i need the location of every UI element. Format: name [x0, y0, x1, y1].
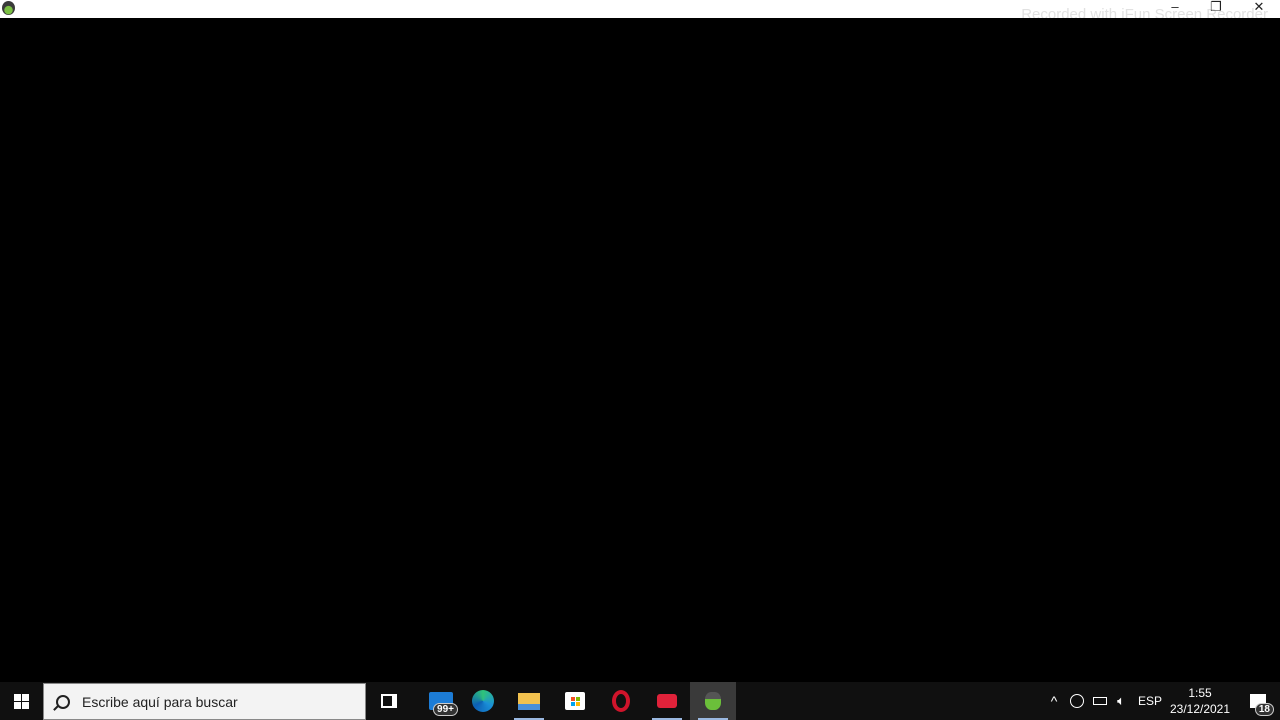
battery-icon[interactable]	[1089, 682, 1111, 720]
task-view-icon	[381, 694, 397, 708]
clock[interactable]: 1:55 23/12/2021	[1166, 685, 1234, 717]
title-bar: Recorded with iFun Screen Recorder – ❐ ✕	[0, 0, 1280, 23]
app-content-area	[0, 18, 1280, 682]
search-placeholder: Escribe aquí para buscar	[82, 693, 238, 710]
clock-time: 1:55	[1188, 686, 1212, 700]
search-box[interactable]: Escribe aquí para buscar	[43, 683, 366, 720]
screen-recorder-button[interactable]	[644, 682, 690, 720]
store-button[interactable]	[552, 682, 598, 720]
recorder-icon	[657, 694, 677, 708]
restore-button[interactable]: ❐	[1201, 0, 1231, 16]
network-icon[interactable]	[1066, 682, 1088, 720]
show-hidden-icons[interactable]: ^	[1044, 682, 1064, 720]
windows-icon	[13, 693, 29, 709]
clock-date: 23/12/2021	[1169, 702, 1231, 716]
app-icon	[705, 692, 721, 710]
minimize-button[interactable]: –	[1160, 0, 1190, 16]
action-center-button[interactable]: 18	[1238, 682, 1278, 720]
edge-icon	[472, 690, 494, 712]
taskbar: Escribe aquí para buscar 99+ ^ 🔈︎ ESP 1:…	[0, 682, 1280, 720]
language-indicator[interactable]: ESP	[1136, 682, 1164, 720]
volume-icon[interactable]: 🔈︎	[1110, 682, 1132, 720]
notification-count: 18	[1254, 703, 1274, 716]
mail-badge: 99+	[433, 703, 458, 716]
app-icon	[2, 1, 15, 15]
file-explorer-button[interactable]	[506, 682, 552, 720]
edge-button[interactable]	[460, 682, 506, 720]
folder-icon	[518, 692, 540, 710]
task-view-button[interactable]	[366, 682, 412, 720]
store-icon	[565, 692, 585, 710]
search-icon	[56, 694, 70, 709]
start-button[interactable]	[0, 682, 42, 720]
mail-button[interactable]: 99+	[418, 682, 464, 720]
opera-icon	[612, 690, 630, 712]
opera-button[interactable]	[598, 682, 644, 720]
active-app-button[interactable]	[690, 682, 736, 720]
close-button[interactable]: ✕	[1244, 0, 1274, 16]
